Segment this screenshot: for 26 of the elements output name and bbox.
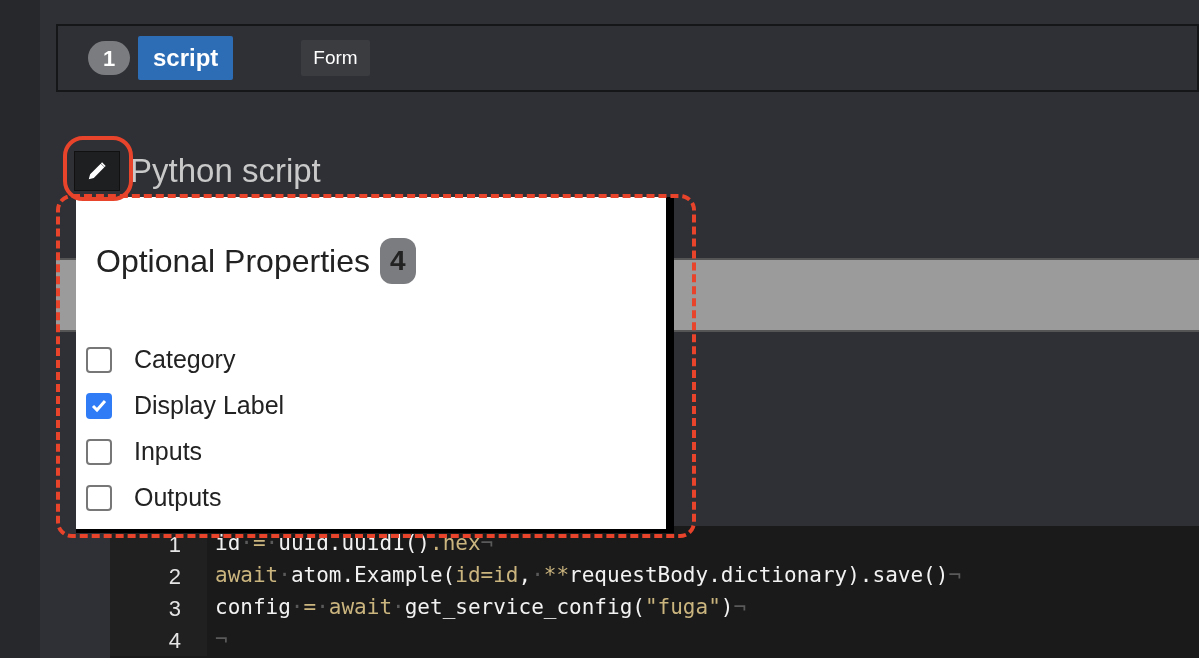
- option-label: Outputs: [134, 482, 222, 514]
- checkbox[interactable]: [86, 439, 112, 465]
- line-number: 4: [110, 624, 207, 656]
- option-checkbox[interactable]: Outputs: [86, 481, 666, 515]
- option-checkbox[interactable]: Inputs: [86, 435, 666, 469]
- line-number: 3: [110, 592, 207, 624]
- checkbox[interactable]: [86, 393, 112, 419]
- code-line: ¬: [214, 626, 228, 654]
- code-line: id·=·uuid.uuid1().hex¬: [214, 530, 494, 558]
- checkbox[interactable]: [86, 485, 112, 511]
- step-badge: 1: [88, 41, 130, 75]
- form-button[interactable]: Form: [301, 39, 370, 77]
- edit-button[interactable]: [74, 150, 120, 191]
- count-badge: 4: [379, 238, 416, 284]
- line-number: 2: [110, 560, 207, 592]
- option-label: Inputs: [134, 436, 203, 468]
- option-checkbox[interactable]: Category: [86, 343, 666, 377]
- popup-title: Optional Properties: [96, 242, 370, 281]
- checkbox[interactable]: [86, 347, 112, 373]
- option-checkbox[interactable]: Display Label: [86, 389, 666, 423]
- script-tag: script: [138, 36, 234, 80]
- option-label: Display Label: [134, 390, 285, 422]
- code-line: await·atom.Example(id=id,·**requestBody.dictionary).save()¬: [214, 562, 962, 590]
- check-icon: [90, 397, 108, 415]
- option-label: Category: [134, 344, 236, 376]
- code-line: config·=·await·get_service_config("fuga")¬: [214, 594, 747, 622]
